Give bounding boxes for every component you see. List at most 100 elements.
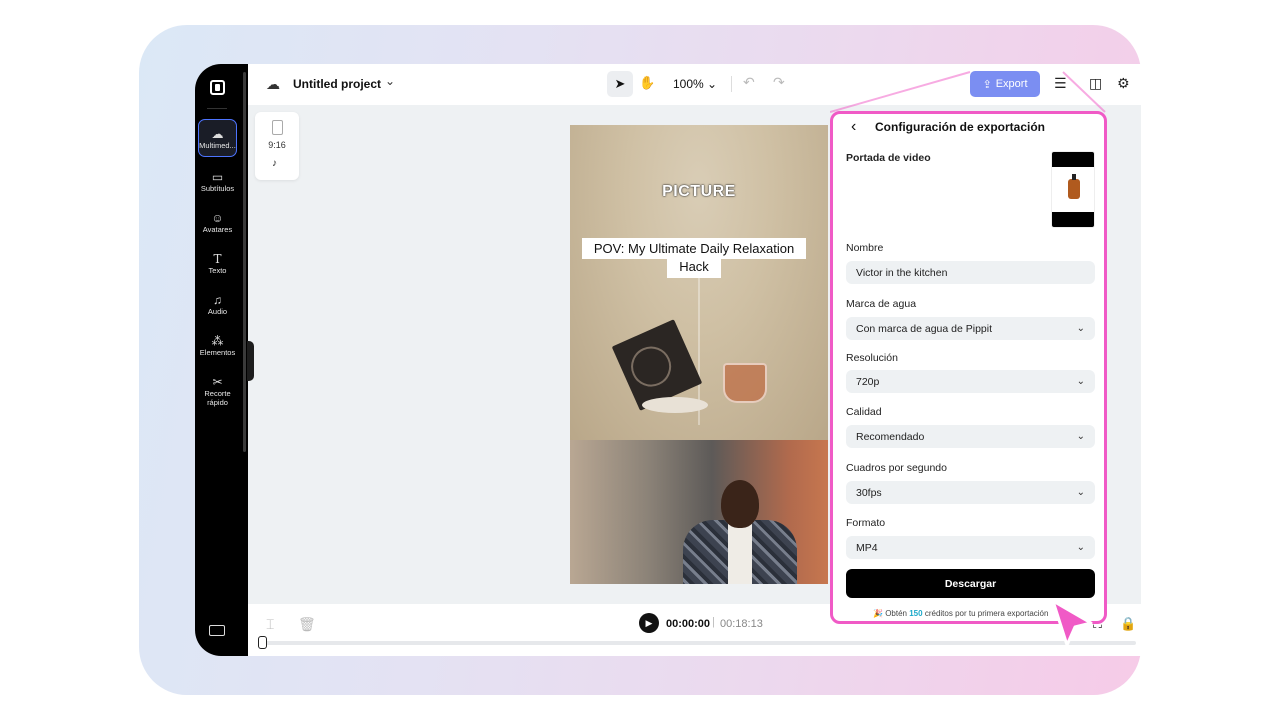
fps-label: Cuadros por segundo xyxy=(846,462,947,474)
avatar-icon: ☺ xyxy=(211,210,224,225)
sidebar-collapse-handle[interactable] xyxy=(247,341,254,381)
presenter-scene xyxy=(570,440,828,584)
sidebar: ☁ Multimed... ▭ Subtítulos ☺ Avatares T … xyxy=(195,64,248,656)
fps-select[interactable]: 30fps ⌄ xyxy=(846,481,1095,504)
sidebar-item-text[interactable]: T Texto xyxy=(198,244,237,282)
chevron-down-icon: ⌄ xyxy=(1076,323,1085,334)
zoom-value: 100% xyxy=(673,77,704,91)
format-label: Formato xyxy=(846,517,886,529)
quality-value: Recomendado xyxy=(856,430,925,443)
sidebar-divider xyxy=(207,108,227,109)
export-label: Export xyxy=(995,78,1028,90)
quality-select[interactable]: Recomendado ⌄ xyxy=(846,425,1095,448)
play-icon: ▶ xyxy=(645,617,653,628)
party-icon: 🎉 xyxy=(873,609,883,618)
credits-promo: 🎉 Obtén 150 créditos por tu primera expo… xyxy=(873,609,1048,618)
sidebar-item-quick-cut[interactable]: ✂ Recorte rápido xyxy=(198,369,237,413)
tiktok-icon: ♪ xyxy=(272,158,277,169)
chevron-down-icon: ⌄ xyxy=(1076,431,1085,442)
sidebar-item-subtitles[interactable]: ▭ Subtítulos xyxy=(198,162,237,200)
caption-line-2: Hack xyxy=(667,259,721,278)
promo-credits: 150 xyxy=(909,609,923,618)
undo-icon[interactable]: ↶ xyxy=(743,74,755,91)
select-tool-button[interactable]: ➤ xyxy=(607,71,633,97)
cloud-icon[interactable]: ☁ xyxy=(266,76,280,93)
product-scene xyxy=(570,125,828,440)
text-icon: T xyxy=(213,251,222,266)
panel-title: Configuración de exportación xyxy=(875,120,1046,134)
cloud-upload-icon: ☁ xyxy=(211,126,224,141)
play-button[interactable]: ▶ xyxy=(639,613,659,633)
sidebar-item-label: Audio xyxy=(207,306,228,316)
layers-icon[interactable]: ☰ xyxy=(1054,75,1067,92)
video-cover-thumbnail[interactable] xyxy=(1051,151,1095,228)
settings-icon[interactable]: ⚙ xyxy=(1117,75,1130,92)
sidebar-item-elements[interactable]: ⁂ Elementos xyxy=(198,326,237,364)
hand-icon[interactable]: ✋ xyxy=(639,75,655,91)
timeline-track[interactable] xyxy=(262,641,1136,645)
quality-label: Calidad xyxy=(846,406,882,418)
total-time: 00:18:13 xyxy=(720,618,763,630)
presenter-shirt xyxy=(728,524,752,584)
presenter-head xyxy=(721,480,759,528)
subtitles-icon: ▭ xyxy=(211,169,224,184)
cover-label: Portada de video xyxy=(846,152,931,164)
promo-suffix: créditos por tu primera exportación xyxy=(924,609,1049,618)
sidebar-item-label: Recorte rápido xyxy=(204,389,231,407)
music-icon: ♫ xyxy=(213,292,222,307)
sidebar-item-media[interactable]: ☁ Multimed... xyxy=(198,119,237,157)
time-separator: | xyxy=(712,616,715,628)
sidebar-item-label: Multimed... xyxy=(199,140,236,150)
aspect-ratio-card[interactable]: 9:16 ♪ xyxy=(255,112,299,180)
sidebar-item-label: Elementos xyxy=(199,347,236,357)
format-select[interactable]: MP4 ⌄ xyxy=(846,536,1095,559)
app-logo-icon[interactable] xyxy=(210,80,225,95)
resolution-select[interactable]: 720p ⌄ xyxy=(846,370,1095,393)
export-button[interactable]: ⇪ Export xyxy=(970,71,1040,97)
trash-icon[interactable]: 🗑 xyxy=(298,616,316,633)
watermark-select[interactable]: Con marca de agua de Pippit ⌄ xyxy=(846,317,1095,340)
sidebar-item-label: Avatares xyxy=(202,224,233,234)
split-icon[interactable]: ⌶ xyxy=(266,616,274,633)
redo-icon[interactable]: ↷ xyxy=(773,74,785,91)
lock-icon[interactable]: 🔒 xyxy=(1120,616,1136,632)
top-toolbar: ☁ Untitled project ⌄ ➤ ✋ 100% ⌄ ↶ ↷ ⇪ Ex… xyxy=(248,64,1141,105)
layout-panel-icon[interactable]: ◫ xyxy=(1089,75,1102,92)
resolution-label: Resolución xyxy=(846,352,898,364)
project-title[interactable]: Untitled project xyxy=(293,77,381,91)
name-value: Victor in the kitchen xyxy=(856,266,948,279)
pointer-cursor-icon xyxy=(1051,599,1093,647)
export-settings-panel: ‹ Configuración de exportación Portada d… xyxy=(830,111,1107,624)
chevron-down-icon[interactable]: ⌄ xyxy=(385,74,395,88)
sidebar-item-audio[interactable]: ♫ Audio xyxy=(198,285,237,323)
chevron-down-icon: ⌄ xyxy=(1076,542,1085,553)
video-caption[interactable]: POV: My Ultimate Daily Relaxation Hack xyxy=(582,238,806,278)
name-input[interactable]: Victor in the kitchen xyxy=(846,261,1095,284)
resolution-value: 720p xyxy=(856,375,880,388)
sidebar-scrollbar[interactable] xyxy=(243,72,246,452)
download-button[interactable]: Descargar xyxy=(846,569,1095,598)
sidebar-item-avatars[interactable]: ☺ Avatares xyxy=(198,203,237,241)
watermark-value: Con marca de agua de Pippit xyxy=(856,322,993,335)
format-value: MP4 xyxy=(856,541,878,554)
caption-line-1: POV: My Ultimate Daily Relaxation xyxy=(582,238,806,259)
watermark-label: Marca de agua xyxy=(846,298,917,310)
quick-cut-icon: ✂ xyxy=(212,375,223,389)
pointer-icon: ➤ xyxy=(614,76,626,91)
keyboard-icon[interactable] xyxy=(209,625,225,636)
elements-icon: ⁂ xyxy=(211,333,224,348)
sidebar-item-label: Subtítulos xyxy=(200,183,235,193)
timeline-playhead[interactable] xyxy=(258,636,267,649)
promo-prefix: Obtén xyxy=(885,609,907,618)
thumbnail-bar-bottom xyxy=(1052,212,1094,227)
name-label: Nombre xyxy=(846,242,884,254)
zoom-level[interactable]: 100% ⌄ xyxy=(673,77,717,91)
toolbar-divider xyxy=(731,76,732,92)
chevron-down-icon: ⌄ xyxy=(1076,376,1085,387)
video-preview[interactable]: PICTURE POV: My Ultimate Daily Relaxatio… xyxy=(570,125,828,584)
thumbnail-bar-top xyxy=(1052,152,1094,167)
video-title-overlay[interactable]: PICTURE xyxy=(570,183,828,201)
tea-cup-image xyxy=(723,363,767,403)
plate-image xyxy=(642,397,708,413)
back-arrow-icon[interactable]: ‹ xyxy=(851,118,856,136)
